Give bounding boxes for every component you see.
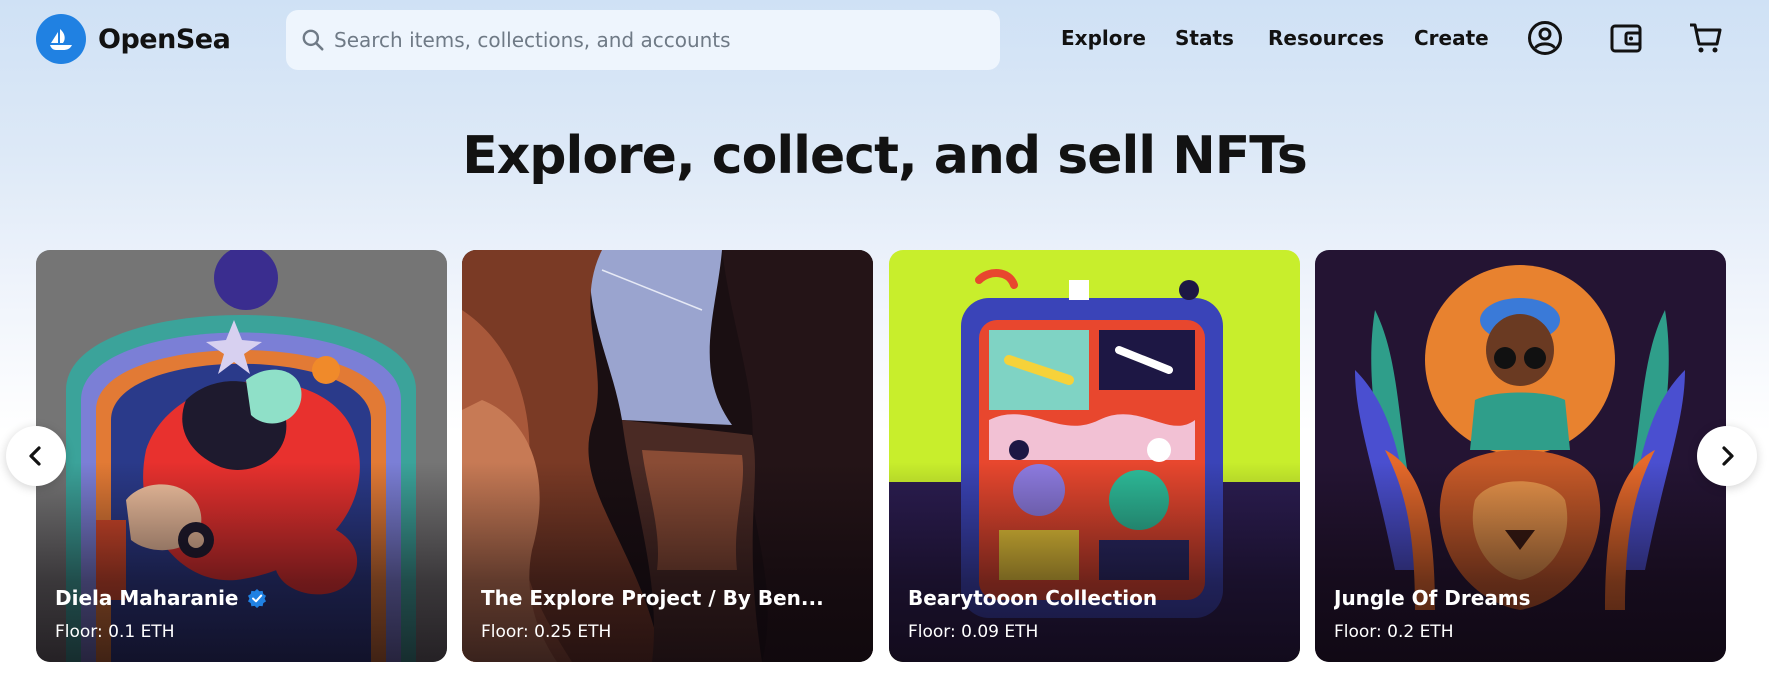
chevron-left-icon bbox=[29, 446, 41, 466]
collection-floor-price: Floor: 0.09 ETH bbox=[908, 622, 1039, 642]
nav-link-resources[interactable]: Resources bbox=[1268, 26, 1384, 50]
collection-name-text: Diela Maharanie bbox=[55, 586, 239, 610]
collection-floor-price: Floor: 0.25 ETH bbox=[481, 622, 612, 642]
collection-name: Diela Maharanie bbox=[55, 586, 435, 610]
collection-floor-price: Floor: 0.1 ETH bbox=[55, 622, 175, 642]
collection-card[interactable]: Jungle Of Dreams Floor: 0.2 ETH bbox=[1315, 250, 1726, 662]
opensea-logo-link[interactable]: OpenSea bbox=[36, 13, 231, 65]
collection-card[interactable]: Diela Maharanie Floor: 0.1 ETH bbox=[36, 250, 447, 662]
chevron-right-icon bbox=[1722, 446, 1734, 466]
carousel-prev-button[interactable] bbox=[6, 426, 66, 486]
brand-name: OpenSea bbox=[98, 23, 231, 55]
account-icon[interactable] bbox=[1525, 18, 1565, 58]
nav-link-explore[interactable]: Explore bbox=[1061, 26, 1146, 50]
collection-card[interactable]: Bearytooon Collection Floor: 0.09 ETH bbox=[889, 250, 1300, 662]
collection-name: Bearytooon Collection bbox=[908, 586, 1158, 610]
page-title: Explore, collect, and sell NFTs bbox=[462, 126, 1308, 186]
top-navigation-bar: OpenSea Explore Stats Resources Create bbox=[0, 0, 1769, 78]
collection-floor-price: Floor: 0.2 ETH bbox=[1334, 622, 1454, 642]
search-bar[interactable] bbox=[286, 10, 1000, 70]
wallet-icon[interactable] bbox=[1606, 18, 1646, 58]
verified-badge-icon bbox=[247, 589, 266, 608]
nav-link-stats[interactable]: Stats bbox=[1175, 26, 1234, 50]
collection-card[interactable]: The Explore Project / By Ben... Floor: 0… bbox=[462, 250, 873, 662]
nav-link-create[interactable]: Create bbox=[1414, 26, 1489, 50]
cart-icon[interactable] bbox=[1686, 18, 1726, 58]
collection-name: Jungle Of Dreams bbox=[1334, 586, 1531, 610]
sailboat-logo-icon bbox=[36, 14, 86, 64]
carousel-next-button[interactable] bbox=[1697, 426, 1757, 486]
collection-name: The Explore Project / By Ben... bbox=[481, 586, 824, 610]
search-icon bbox=[302, 29, 324, 51]
search-input[interactable] bbox=[334, 28, 974, 52]
